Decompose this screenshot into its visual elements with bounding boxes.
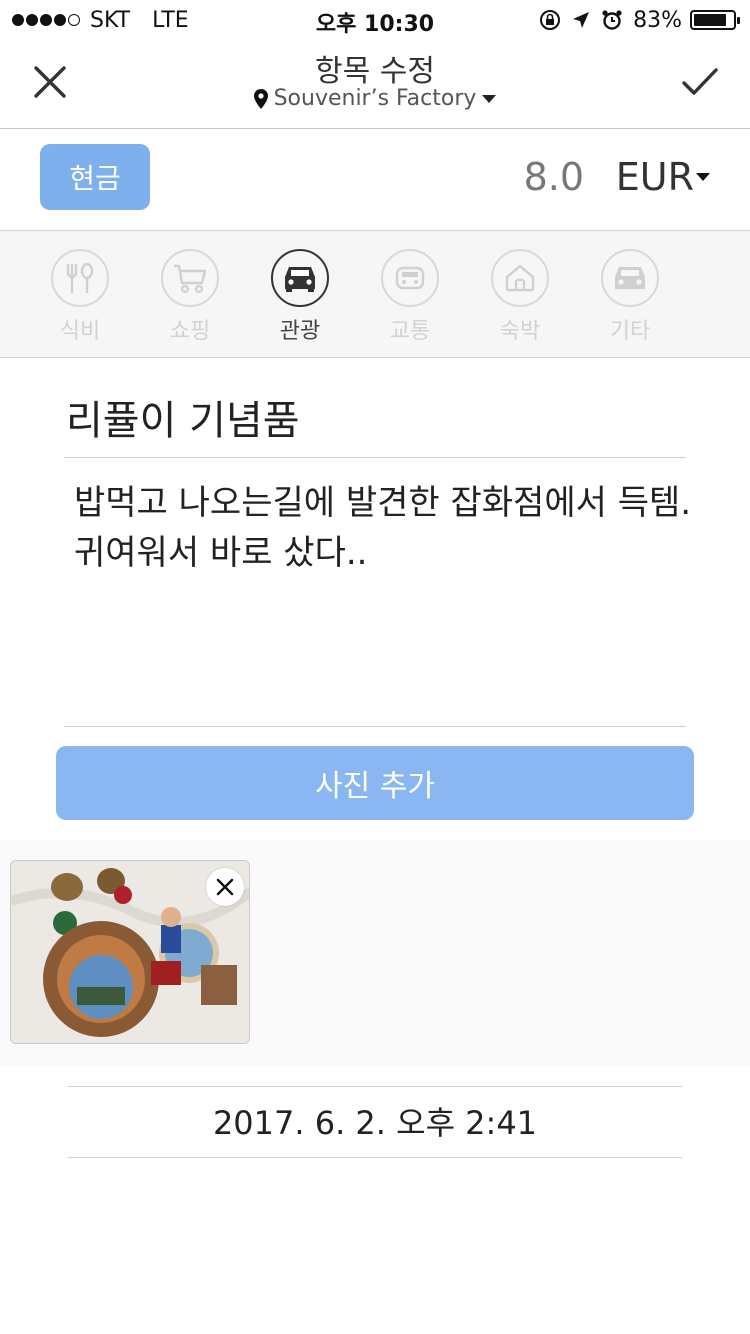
category-other[interactable]: 기타 [590,249,670,345]
currency-code: EUR [615,155,694,199]
battery-percent: 83% [633,7,682,33]
page-title: 항목 수정 [315,54,435,89]
remove-photo-button[interactable] [206,868,244,906]
battery-icon [690,10,740,30]
category-food[interactable]: 식비 [40,249,120,345]
alarm-icon [601,9,623,31]
payment-method-button[interactable]: 현금 [40,144,150,210]
memo-field[interactable]: 밥먹고 나오는길에 발견한 잡화점에서 득템. 귀여워서 바로 샀다.. [74,478,694,578]
category-lodging[interactable]: 숙박 [480,249,560,345]
date-field[interactable]: 2017. 6. 2. 오후 2:41 [0,1098,750,1144]
chevron-down-icon [696,173,710,181]
category-shopping[interactable]: 쇼핑 [150,249,230,345]
divider [68,1086,682,1087]
fork-spoon-icon [51,249,109,307]
add-photo-button[interactable]: 사진 추가 [56,746,694,820]
category-sightseeing[interactable]: 관광 [260,249,340,345]
navigation-bar: 항목 수정 Souvenir’s Factory [0,40,750,129]
category-label: 식비 [59,319,101,344]
car-icon [601,249,659,307]
category-label: 교통 [389,319,431,344]
payment-row: 현금 8.0 EUR [0,129,750,231]
house-icon [491,249,549,307]
status-right: 83% [539,6,740,34]
divider [68,1157,682,1158]
close-icon [216,878,234,896]
status-bar: SKT LTE 오후 10:30 83% [0,0,750,40]
cart-icon [161,249,219,307]
location-arrow-icon [571,10,591,30]
confirm-button[interactable] [676,60,724,104]
car-icon [271,249,329,307]
bus-icon [381,249,439,307]
location-pin-icon [253,88,268,109]
divider [64,457,686,458]
chevron-down-icon [482,94,497,103]
item-title-field[interactable]: 리퓰이 기념품 [66,388,300,446]
category-label: 숙박 [499,319,541,344]
amount-value[interactable]: 8.0 [524,155,584,199]
location-name: Souvenir’s Factory [273,86,477,111]
divider [64,726,686,727]
rotation-lock-icon [539,9,561,31]
photo-gallery [0,840,750,1066]
category-label: 관광 [279,319,321,344]
category-label: 쇼핑 [169,319,211,344]
checkmark-icon [682,68,718,95]
currency-selector[interactable]: EUR [616,155,710,199]
category-transport[interactable]: 교통 [370,249,450,345]
category-selector: 식비 쇼핑 관광 교통 숙박 기타 [0,231,750,358]
location-selector[interactable]: Souvenir’s Factory [0,86,750,111]
category-label: 기타 [609,319,651,344]
